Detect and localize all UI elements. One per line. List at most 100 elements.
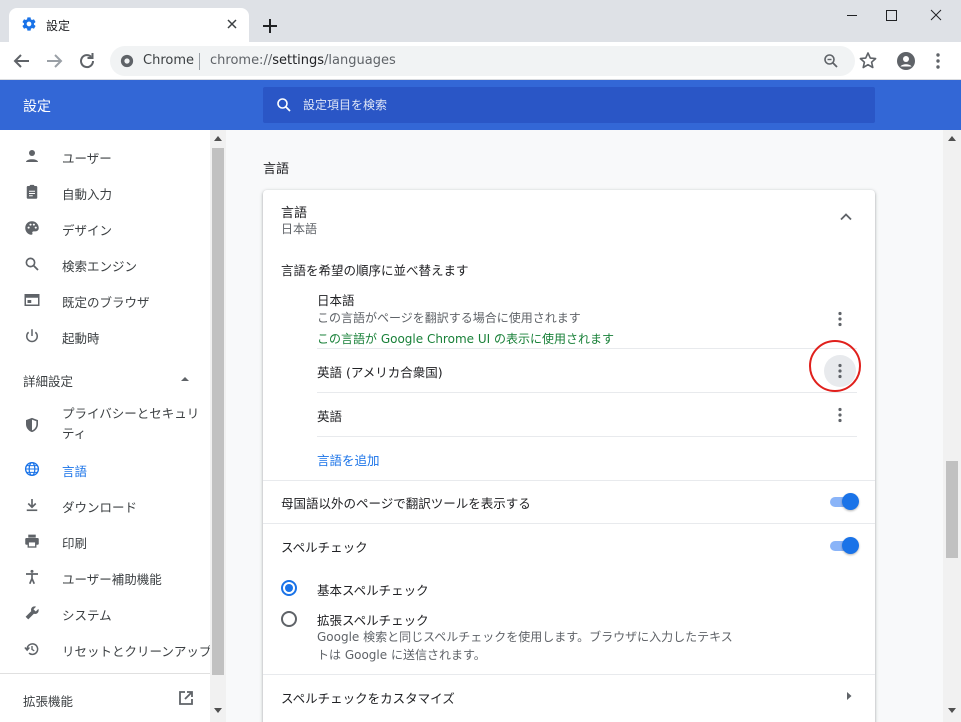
language-row-english-us: 英語 (アメリカ合衆国) xyxy=(317,349,857,393)
spellcheck-toggle[interactable] xyxy=(828,537,859,555)
language-order-label: 言語を希望の順序に並べ替えます xyxy=(281,263,469,278)
spellcheck-label: スペルチェック xyxy=(281,540,368,555)
clipboard-icon xyxy=(26,184,38,199)
zoom-magnifier-icon[interactable] xyxy=(822,52,840,70)
sidebar-item-autofill[interactable]: 自動入力 xyxy=(0,175,210,209)
sidebar-item-people[interactable]: ユーザー xyxy=(0,139,210,173)
sidebar-advanced-toggle[interactable]: 詳細設定 xyxy=(23,371,73,390)
browser-menu-kebab-icon[interactable] xyxy=(926,49,950,73)
sidebar-scrollbar[interactable] xyxy=(210,130,226,722)
caret-right-icon[interactable] xyxy=(844,690,854,702)
close-window-icon[interactable] xyxy=(913,0,959,30)
bookmark-star-icon[interactable] xyxy=(856,49,880,73)
page-scrollbar[interactable] xyxy=(943,130,961,722)
sidebar-item-downloads[interactable]: ダウンロード xyxy=(0,488,210,522)
basic-spellcheck-label: 基本スペルチェック xyxy=(317,583,429,598)
sidebar-item-search-engine[interactable]: 検索エンジン xyxy=(0,247,210,281)
highlight-annotation-circle xyxy=(809,340,861,392)
current-language: 日本語 xyxy=(281,222,318,236)
sidebar-item-label: 既定のブラウザ xyxy=(62,295,150,310)
languages-expander-title[interactable]: 言語 xyxy=(281,202,307,221)
browser-window-icon xyxy=(24,294,40,306)
settings-main: 言語 言語 日本語 言語を希望の順序に並べ替えます 日本語 この言語がページを翻… xyxy=(226,130,943,722)
sidebar-item-languages[interactable]: 言語 xyxy=(0,452,210,486)
basic-spellcheck-radio[interactable] xyxy=(281,580,297,596)
palette-icon xyxy=(25,221,39,235)
languages-card: 言語 日本語 言語を希望の順序に並べ替えます 日本語 この言語がページを翻訳する… xyxy=(263,190,875,722)
translate-offer-toggle[interactable] xyxy=(828,493,859,511)
scroll-up-arrow-icon[interactable] xyxy=(214,135,222,141)
card-divider xyxy=(263,674,875,675)
sidebar-item-on-startup[interactable]: 起動時 xyxy=(0,319,210,353)
customize-spellcheck-link[interactable]: スペルチェックをカスタマイズ xyxy=(281,688,455,707)
scroll-down-arrow-icon[interactable] xyxy=(214,708,222,714)
search-icon xyxy=(277,98,291,112)
tab-title: 設定 xyxy=(46,19,71,33)
sidebar-item-default-browser[interactable]: 既定のブラウザ xyxy=(0,283,210,317)
more-actions-kebab-icon[interactable] xyxy=(830,405,850,425)
sidebar-item-reset[interactable]: リセットとクリーンアップ xyxy=(0,632,212,666)
sidebar-item-privacy[interactable]: プライバシーとセキュリティ xyxy=(0,404,210,446)
person-icon xyxy=(26,150,38,162)
sidebar-item-extensions[interactable]: 拡張機能 xyxy=(23,691,73,710)
url-path: /languages xyxy=(324,53,396,68)
close-tab-icon[interactable] xyxy=(223,15,241,33)
enhanced-spellcheck-radio[interactable] xyxy=(281,611,297,627)
omnibox-separator xyxy=(199,53,200,70)
back-arrow-icon[interactable] xyxy=(10,49,34,73)
power-icon xyxy=(26,329,38,343)
url-host: settings xyxy=(272,53,325,68)
sidebar-scroll-thumb[interactable] xyxy=(212,148,224,675)
card-divider xyxy=(263,480,875,481)
reload-icon[interactable] xyxy=(75,49,99,73)
browser-toolbar: Chrome chrome://settings/languages xyxy=(0,42,961,80)
maximize-window-icon[interactable] xyxy=(869,0,915,30)
sidebar-item-label: ユーザー xyxy=(62,151,112,166)
sidebar-item-label: ユーザー補助機能 xyxy=(62,572,162,587)
sidebar-item-system[interactable]: システム xyxy=(0,596,210,630)
sidebar-item-label: 検索エンジン xyxy=(62,259,138,274)
chrome-logo-icon xyxy=(120,54,134,68)
sidebar-item-label: 自動入力 xyxy=(62,187,113,202)
toggle-knob xyxy=(842,493,859,510)
browser-tab-settings[interactable]: 設定 xyxy=(9,8,249,42)
forward-arrow-icon[interactable] xyxy=(42,49,66,73)
settings-search-box[interactable] xyxy=(263,87,875,123)
page-scroll-thumb[interactable] xyxy=(946,461,958,558)
download-icon xyxy=(26,499,38,512)
page-title: 設定 xyxy=(23,99,51,115)
card-divider xyxy=(263,523,875,524)
open-in-new-icon[interactable] xyxy=(177,689,195,707)
restore-icon xyxy=(24,643,39,656)
language-description: この言語がページを翻訳する場合に使用されます xyxy=(317,311,581,325)
profile-avatar-icon[interactable] xyxy=(894,49,918,73)
sidebar-item-label: システム xyxy=(62,608,112,623)
sidebar-divider xyxy=(0,673,210,674)
sidebar-item-printing[interactable]: 印刷 xyxy=(0,524,210,558)
new-tab-plus-icon[interactable] xyxy=(258,14,282,38)
address-bar[interactable]: Chrome chrome://settings/languages xyxy=(110,46,855,76)
wrench-icon xyxy=(25,606,39,620)
chevron-up-icon[interactable] xyxy=(837,208,855,226)
url-text: chrome://settings/languages xyxy=(210,53,396,68)
language-row-english: 英語 xyxy=(317,393,857,437)
sidebar-item-label: 言語 xyxy=(62,464,88,479)
language-row-japanese: 日本語 この言語がページを翻訳する場合に使用されます この言語が Google … xyxy=(317,290,857,350)
sidebar-item-label: リセットとクリーンアップ xyxy=(62,644,212,659)
tab-strip: 設定 xyxy=(0,0,961,42)
sidebar-item-label: 印刷 xyxy=(62,536,88,551)
sidebar-item-accessibility[interactable]: ユーザー補助機能 xyxy=(0,560,210,594)
caret-up-icon[interactable] xyxy=(179,374,191,384)
sidebar-item-label: デザイン xyxy=(62,223,113,238)
more-actions-kebab-icon[interactable] xyxy=(830,309,850,329)
scroll-down-arrow-icon[interactable] xyxy=(948,708,956,714)
language-ui-note: この言語が Google Chrome UI の表示に使用されます xyxy=(317,332,614,346)
language-name: 日本語 xyxy=(317,293,355,308)
site-chip-label: Chrome xyxy=(143,53,194,68)
scroll-up-arrow-icon[interactable] xyxy=(948,135,956,141)
translate-offer-label: 母国語以外のページで翻訳ツールを表示する xyxy=(281,496,531,511)
settings-sidebar: ユーザー 自動入力 デザイン 検索エンジン 既定のブラウザ 起動時 詳細設定 プ… xyxy=(0,130,226,722)
search-input[interactable] xyxy=(303,87,863,123)
sidebar-item-appearance[interactable]: デザイン xyxy=(0,211,210,245)
add-language-link[interactable]: 言語を追加 xyxy=(317,450,380,469)
